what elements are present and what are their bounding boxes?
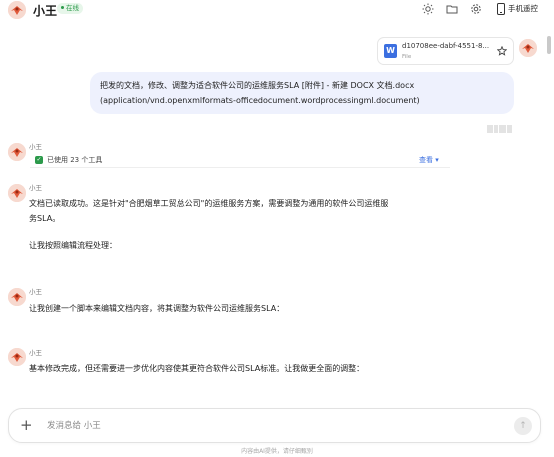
star-icon[interactable] (497, 46, 507, 56)
tools-used-label: 已使用 23 个工具 (47, 156, 103, 164)
message-composer: + ↑ (8, 408, 541, 443)
message-text: 务SLA。 (29, 214, 61, 223)
agent-avatar (8, 143, 26, 161)
phone-icon[interactable] (495, 3, 505, 15)
check-icon: ✓ (35, 156, 43, 164)
sender-name: 小王 (29, 349, 42, 357)
sender-name: 小王 (29, 184, 42, 192)
agent-avatar (8, 288, 26, 306)
folder-icon[interactable] (446, 3, 458, 15)
message-text: 基本修改完成，但还需要进一步优化内容使其更符合软件公司SLA标准。让我做更全面的… (29, 364, 365, 373)
user-avatar (519, 39, 537, 57)
message-text: 让我按照编辑流程处理： (29, 241, 117, 250)
word-file-icon: W (384, 44, 397, 58)
plus-icon[interactable]: + (20, 416, 33, 434)
scrollbar[interactable] (547, 36, 551, 54)
attachment-card[interactable]: W d10708ee-dabf-4551-8... File (377, 37, 514, 65)
status-text: 在线 (66, 4, 79, 12)
view-tools-button[interactable]: 查看 ▾ (419, 155, 439, 165)
agent-avatar[interactable] (8, 1, 26, 19)
chat-title: 小王 (33, 4, 58, 18)
phone-remote-button[interactable]: 手机遥控 (508, 3, 538, 14)
tools-used-bar[interactable]: ✓ 已使用 23 个工具 查看 ▾ (30, 154, 450, 168)
user-message-bubble: 把发的文档，修改、调整为适合软件公司的运维服务SLA [附件] - 新建 DOC… (90, 72, 514, 114)
gear-icon[interactable] (470, 3, 482, 15)
agent-avatar (8, 348, 26, 366)
message-text: 文档已读取成功。这是针对"合肥烟草工贸总公司"的运维服务方案，需要调整为通用的软… (29, 199, 389, 208)
send-arrow-icon[interactable]: ↑ (514, 417, 532, 435)
message-actions[interactable] (487, 118, 513, 133)
sun-icon[interactable] (422, 3, 434, 15)
message-text: 让我创建一个脚本来编辑文档内容，将其调整为软件公司运维服务SLA： (29, 304, 285, 313)
disclaimer-text: 内容由AI提供，请仔细甄别 (241, 448, 313, 455)
attachment-name: d10708ee-dabf-4551-8... (402, 42, 490, 50)
sender-name: 小王 (29, 143, 42, 151)
chevron-down-icon: ▾ (435, 156, 439, 164)
chat-header: 小王 在线 手机遥控 (0, 0, 554, 22)
message-input[interactable] (47, 417, 487, 435)
agent-avatar (8, 184, 26, 202)
sender-name: 小王 (29, 288, 42, 296)
attachment-type: File (402, 54, 412, 60)
status-badge: 在线 (57, 3, 83, 14)
